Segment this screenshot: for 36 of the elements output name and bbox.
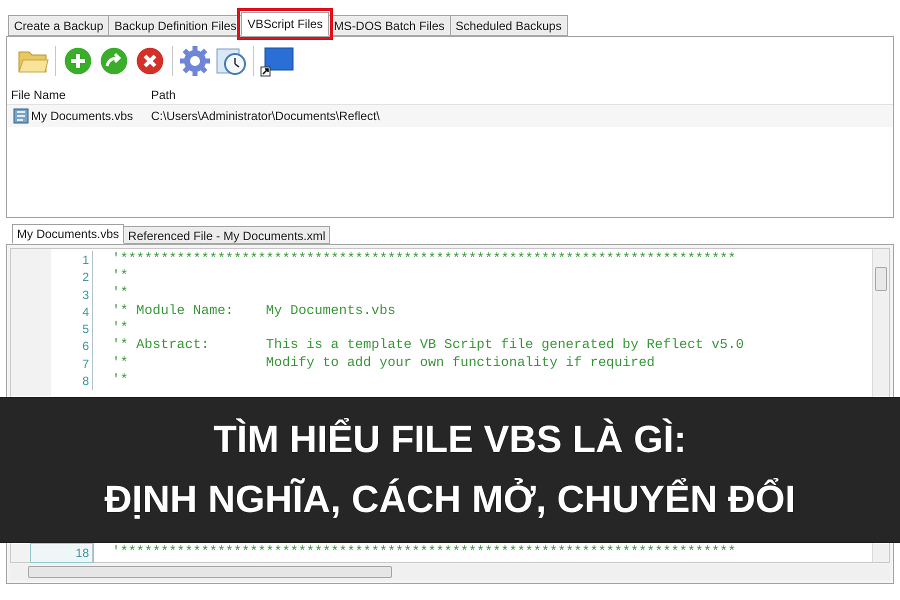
code-line: '* (111, 285, 128, 304)
line-number: 6 (31, 337, 93, 356)
column-header[interactable]: Path (145, 86, 176, 104)
line-number: 2 (31, 268, 93, 286)
banner-title: ĐỊNH NGHĨA, CÁCH MỞ, CHUYỂN ĐỔI (104, 477, 796, 523)
line-number: 4 (31, 302, 93, 321)
forward-icon[interactable] (98, 45, 130, 77)
tab[interactable]: Backup Definition Files (108, 15, 242, 36)
line-number: 18 (31, 544, 93, 562)
tab[interactable]: My Documents.vbs (12, 224, 124, 244)
close-icon[interactable] (134, 45, 166, 77)
code-line: '**************************************************************************** (111, 544, 736, 562)
tab[interactable]: Referenced File - My Documents.xml (123, 226, 330, 244)
script-file-icon (13, 108, 29, 124)
settings-icon[interactable] (179, 45, 211, 77)
line-number: 1 (31, 250, 93, 269)
tab[interactable]: Create a Backup (8, 15, 110, 36)
tab[interactable]: MS-DOS Batch Files (328, 15, 451, 36)
code-line: '* Module Name: My Documents.vbs (111, 302, 396, 321)
add-icon[interactable] (62, 45, 94, 77)
code-line: '* (111, 320, 128, 338)
line-number: 3 (31, 286, 93, 304)
line-number: 8 (31, 372, 93, 390)
code-line: '* (111, 268, 128, 286)
column-header[interactable]: File Name (7, 86, 145, 104)
table-cell-text: C:\Users\Administrator\Documents\Reflect\ (150, 108, 380, 125)
code-line: '* Abstract: This is a template VB Script file generated by Reflect v5.0 (111, 337, 744, 356)
table-cell-text: My Documents.vbs (30, 108, 134, 125)
tab[interactable]: Scheduled Backups (450, 15, 568, 36)
line-number: 5 (31, 320, 93, 338)
line-number: 7 (31, 354, 93, 373)
code-line: '* (111, 372, 128, 390)
code-line: '* Modify to add your own functionality if required (111, 354, 655, 373)
banner-title: TÌM HIỂU FILE VBS LÀ GÌ: (214, 417, 686, 463)
monitor-shortcut-icon[interactable] (260, 45, 294, 77)
code-line: '**************************************************************************** (111, 250, 736, 269)
